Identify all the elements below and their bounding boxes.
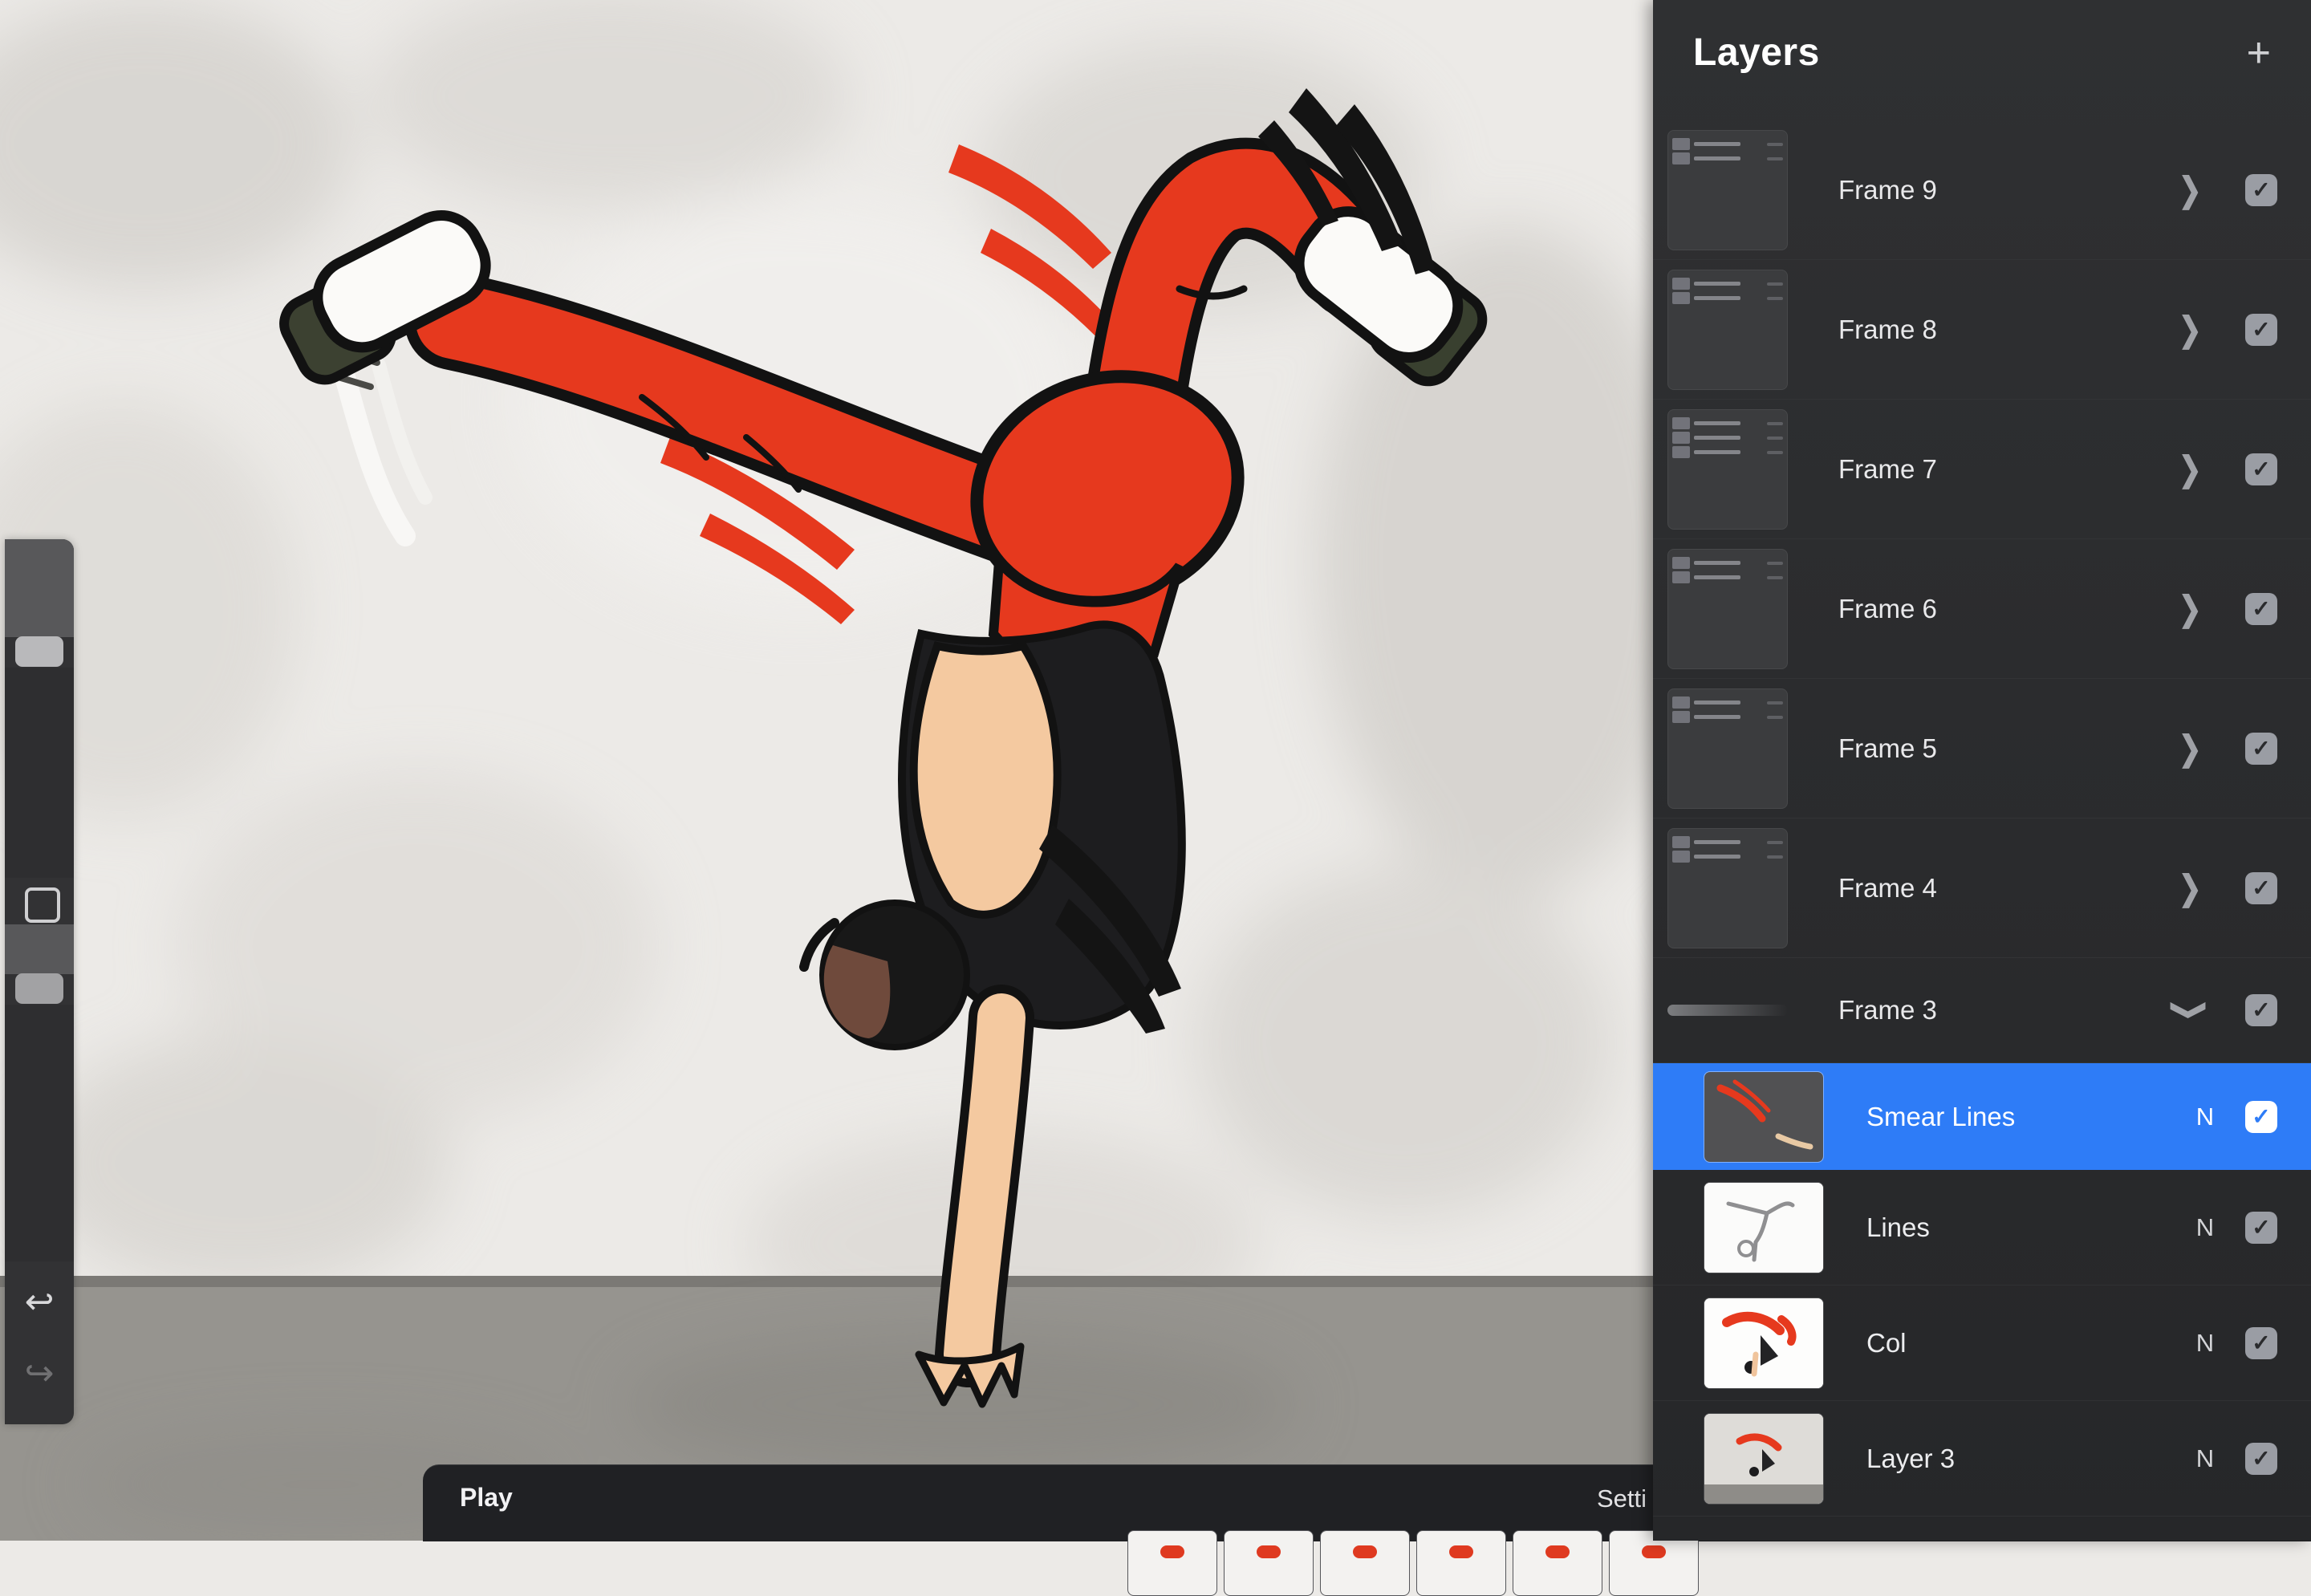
visibility-checkbox[interactable]: ✓ <box>2245 174 2277 206</box>
layer-group-row-frame8[interactable]: Frame 8 ❯ ✓ <box>1653 260 2311 400</box>
chevron-down-icon[interactable]: ❯ <box>2170 999 2210 1022</box>
timeline-frame-thumb[interactable] <box>1320 1530 1410 1596</box>
visibility-checkbox[interactable]: ✓ <box>2245 1327 2277 1359</box>
group-thumbnail[interactable] <box>1667 688 1788 809</box>
layer-group-row-frame3[interactable]: Frame 3 ❯ ✓ <box>1653 958 2311 1063</box>
group-label: Frame 9 <box>1838 175 1937 205</box>
group-thumbnail[interactable] <box>1667 130 1788 250</box>
brush-size-track[interactable] <box>5 668 74 878</box>
group-label: Frame 6 <box>1838 594 1937 624</box>
blend-mode-button[interactable]: N <box>2186 1329 2224 1358</box>
chevron-right-icon[interactable]: ❯ <box>2179 449 2202 489</box>
opacity-slider-handle[interactable] <box>15 973 63 1004</box>
timeline-frame-thumb[interactable] <box>1416 1530 1506 1596</box>
group-thumbnail[interactable] <box>1667 828 1788 948</box>
redo-icon[interactable]: ↪ <box>5 1356 74 1391</box>
group-thumbnail[interactable] <box>1667 549 1788 669</box>
visibility-checkbox[interactable]: ✓ <box>2245 1212 2277 1244</box>
layer-label: Smear Lines <box>1866 1102 2015 1132</box>
visibility-checkbox[interactable]: ✓ <box>2245 314 2277 346</box>
chevron-right-icon[interactable]: ❯ <box>2179 589 2202 629</box>
layers-panel-header: Layers + <box>1653 0 2311 120</box>
visibility-checkbox[interactable]: ✓ <box>2245 453 2277 485</box>
layer-row-col[interactable]: Col N ✓ <box>1653 1285 2311 1401</box>
visibility-checkbox[interactable]: ✓ <box>2245 593 2277 625</box>
group-thumbnail[interactable] <box>1667 270 1788 390</box>
layer-row-layer3[interactable]: Layer 3 N ✓ <box>1653 1401 2311 1517</box>
add-layer-button[interactable]: + <box>2247 34 2271 72</box>
layer-group-row-frame4[interactable]: Frame 4 ❯ ✓ <box>1653 818 2311 958</box>
timeline-frame-thumb[interactable] <box>1224 1530 1314 1596</box>
layer-group-row-frame7[interactable]: Frame 7 ❯ ✓ <box>1653 400 2311 539</box>
blend-mode-button[interactable]: N <box>2186 1213 2224 1242</box>
layer-label: Col <box>1866 1328 1907 1358</box>
layers-title: Layers <box>1693 30 1820 75</box>
layer-thumbnail[interactable] <box>1704 1298 1824 1389</box>
timeline-frame-thumb[interactable] <box>1513 1530 1602 1596</box>
layer-thumbnail[interactable] <box>1704 1413 1824 1505</box>
drawing-canvas[interactable] <box>0 0 1653 1541</box>
group-label: Frame 8 <box>1838 315 1937 345</box>
settings-button[interactable]: Setti <box>1597 1484 1647 1513</box>
layer-row-smear-lines[interactable]: Smear Lines N ✓ <box>1653 1063 2311 1170</box>
layer-label: Lines <box>1866 1212 1930 1243</box>
visibility-checkbox[interactable]: ✓ <box>2245 1101 2277 1133</box>
torso-skin <box>914 646 1058 915</box>
chevron-right-icon[interactable]: ❯ <box>2179 868 2202 908</box>
chevron-right-icon[interactable]: ❯ <box>2179 170 2202 210</box>
visibility-checkbox[interactable]: ✓ <box>2245 1443 2277 1475</box>
sidebar-toolbar: ↩ ↪ <box>5 539 74 1424</box>
layer-group-row-frame5[interactable]: Frame 5 ❯ ✓ <box>1653 679 2311 818</box>
layer-thumbnail[interactable] <box>1704 1071 1824 1163</box>
layer-row-lines[interactable]: Lines N ✓ <box>1653 1170 2311 1285</box>
visibility-checkbox[interactable]: ✓ <box>2245 733 2277 765</box>
layer-group-row-frame9[interactable]: Frame 9 ❯ ✓ <box>1653 120 2311 260</box>
group-label: Frame 5 <box>1838 733 1937 764</box>
play-button[interactable]: Play <box>460 1483 513 1513</box>
group-thumbnail-strip <box>1667 1005 1788 1016</box>
blend-mode-button[interactable]: N <box>2186 1103 2224 1131</box>
group-thumbnail[interactable] <box>1667 409 1788 530</box>
brush-size-track-filled[interactable] <box>5 539 74 637</box>
opacity-track[interactable] <box>5 1005 74 1261</box>
canvas-artwork <box>0 0 1653 1541</box>
timeline-frame-thumb[interactable] <box>1127 1530 1217 1596</box>
chevron-right-icon[interactable]: ❯ <box>2179 310 2202 350</box>
floor-seam <box>0 1276 1653 1289</box>
modify-button[interactable] <box>25 887 60 923</box>
undo-icon[interactable]: ↩ <box>5 1285 74 1320</box>
group-label: Frame 3 <box>1838 995 1937 1025</box>
chevron-right-icon[interactable]: ❯ <box>2179 729 2202 769</box>
blend-mode-button[interactable]: N <box>2186 1444 2224 1473</box>
visibility-checkbox[interactable]: ✓ <box>2245 994 2277 1026</box>
layer-label: Layer 3 <box>1866 1444 1955 1474</box>
group-label: Frame 7 <box>1838 454 1937 485</box>
brush-size-slider-handle[interactable] <box>15 636 63 667</box>
layer-thumbnail[interactable] <box>1704 1182 1824 1273</box>
visibility-checkbox[interactable]: ✓ <box>2245 872 2277 904</box>
group-label: Frame 4 <box>1838 873 1937 904</box>
opacity-track-filled[interactable] <box>5 924 74 974</box>
layer-group-row-frame6[interactable]: Frame 6 ❯ ✓ <box>1653 539 2311 679</box>
layers-panel: Layers + Frame 9 ❯ ✓ Frame 8 ❯ ✓ Frame 7… <box>1653 0 2311 1541</box>
